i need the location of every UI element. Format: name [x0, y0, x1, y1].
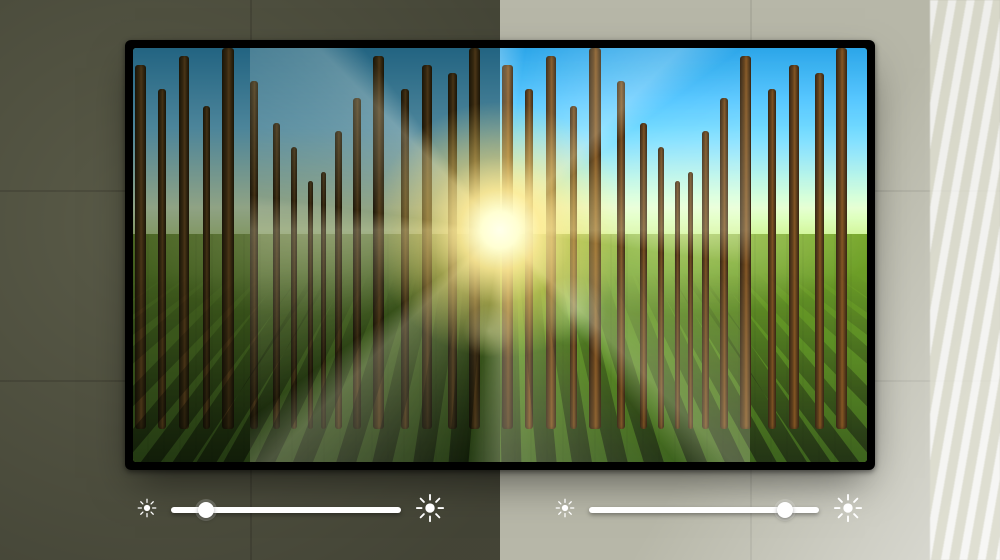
- brightness-high-icon: [833, 493, 863, 528]
- slider-track[interactable]: [589, 507, 819, 513]
- tv-frame: [125, 40, 875, 470]
- slider-thumb[interactable]: [198, 502, 214, 518]
- brightness-low-icon: [555, 498, 575, 523]
- curtain: [930, 0, 1000, 560]
- tv-screen: [133, 48, 867, 462]
- brightness-slider-left[interactable]: [137, 493, 445, 528]
- slider-track[interactable]: [171, 507, 401, 513]
- brightness-high-icon: [415, 493, 445, 528]
- promo-scene: [0, 0, 1000, 560]
- forest-picture: [133, 48, 867, 462]
- slider-thumb[interactable]: [777, 502, 793, 518]
- brightness-sliders-row: [0, 480, 1000, 540]
- brightness-slider-right[interactable]: [555, 493, 863, 528]
- brightness-low-icon: [137, 498, 157, 523]
- picture-left-dim: [133, 48, 500, 462]
- picture-right-bright: [500, 48, 867, 462]
